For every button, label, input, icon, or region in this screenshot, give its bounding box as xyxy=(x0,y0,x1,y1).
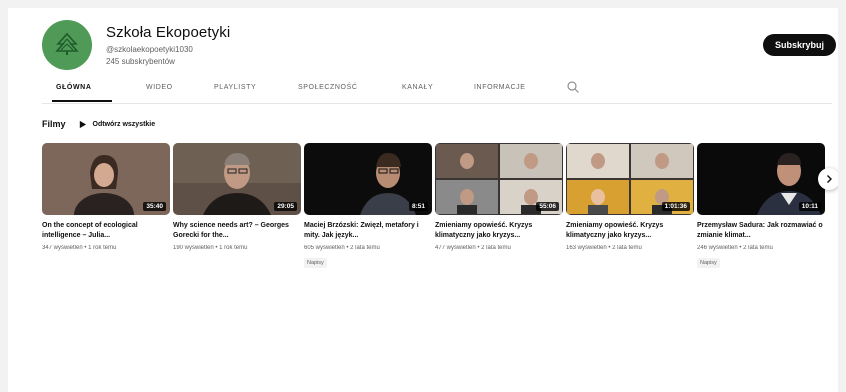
video-duration: 1:01:36 xyxy=(661,202,690,211)
video-card[interactable]: 55:06 Zmieniamy opowieść. Kryzys klimaty… xyxy=(435,143,563,251)
channel-page: Szkoła Ekopoetyki @szkolaekopoetyki1030 … xyxy=(8,8,838,392)
tab-channels[interactable]: KANAŁY xyxy=(402,84,433,91)
play-all-label: Odtwórz wszystkie xyxy=(92,120,156,128)
video-thumbnail[interactable]: 8:51 xyxy=(304,143,432,215)
pine-tree-icon xyxy=(55,32,79,55)
video-duration: 10:11 xyxy=(798,202,821,211)
chevron-right-icon xyxy=(827,175,832,183)
subscriber-count: 245 subskrybentów xyxy=(106,57,175,66)
video-card[interactable]: 29:05 Why science needs art? – Georges G… xyxy=(173,143,301,251)
video-meta: 605 wyświetleń • 2 lata temu xyxy=(304,245,380,251)
video-title[interactable]: Why science needs art? – Georges Gorecki… xyxy=(173,221,301,241)
channel-tabs: GŁÓWNA WIDEO PLAYLISTY SPOŁECZNOŚĆ KANAŁ… xyxy=(42,78,832,104)
play-icon xyxy=(79,120,86,128)
video-meta: 163 wyświetleń • 2 lata temu xyxy=(566,245,642,251)
section-title: Filmy xyxy=(42,119,66,129)
tab-community[interactable]: SPOŁECZNOŚĆ xyxy=(298,84,358,91)
video-meta: 347 wyświetleń • 1 rok temu xyxy=(42,245,117,251)
subscribe-button[interactable]: Subskrybuj xyxy=(762,34,836,56)
channel-avatar[interactable] xyxy=(42,20,92,70)
video-thumbnail[interactable]: 29:05 xyxy=(173,143,301,215)
video-card[interactable]: 10:11 Przemysław Sadura: Jak rozmawiać o… xyxy=(697,143,825,269)
video-card[interactable]: 35:40 On the concept of ecological intel… xyxy=(42,143,170,251)
video-card[interactable]: 1:01:36 Zmieniamy opowieść. Kryzys klima… xyxy=(566,143,694,251)
video-meta: 477 wyświetleń • 2 lata temu xyxy=(435,245,511,251)
video-title[interactable]: Zmieniamy opowieść. Kryzys klimatyczny j… xyxy=(566,221,694,241)
channel-name: Szkoła Ekopoetyki xyxy=(106,24,231,41)
video-meta: 190 wyświetleń • 1 rok temu xyxy=(173,245,248,251)
section-header: Filmy Odtwórz wszystkie xyxy=(42,117,155,131)
video-title[interactable]: Maciej Brzózski: Zwięzł, metafory i mity… xyxy=(304,221,432,241)
video-duration: 29:05 xyxy=(274,202,297,211)
video-thumbnail[interactable]: 55:06 xyxy=(435,143,563,215)
tab-videos[interactable]: WIDEO xyxy=(146,84,173,91)
shelf-next-button[interactable] xyxy=(818,168,838,190)
captions-badge: Napisy xyxy=(304,258,327,268)
video-title[interactable]: Przemysław Sadura: Jak rozmawiać o zmian… xyxy=(697,221,825,241)
tab-playlists[interactable]: PLAYLISTY xyxy=(214,84,256,91)
video-thumbnail[interactable]: 1:01:36 xyxy=(566,143,694,215)
play-all-button[interactable]: Odtwórz wszystkie xyxy=(78,120,156,129)
video-title[interactable]: On the concept of ecological intelligenc… xyxy=(42,221,170,241)
channel-meta: Szkoła Ekopoetyki @szkolaekopoetyki1030 … xyxy=(106,24,230,66)
video-card[interactable]: 8:51 Maciej Brzózski: Zwięzł, metafory i… xyxy=(304,143,432,269)
video-duration: 8:51 xyxy=(408,202,428,211)
video-shelf: 35:40 On the concept of ecological intel… xyxy=(42,143,832,283)
captions-badge: Napisy xyxy=(697,258,720,268)
active-tab-indicator xyxy=(52,100,112,102)
tab-home[interactable]: GŁÓWNA xyxy=(56,84,91,91)
channel-header: Szkoła Ekopoetyki @szkolaekopoetyki1030 … xyxy=(42,20,836,74)
video-meta: 246 wyświetleń • 2 lata temu xyxy=(697,245,773,251)
video-duration: 35:40 xyxy=(143,202,166,211)
channel-handle: @szkolaekopoetyki1030 xyxy=(106,45,193,54)
video-title[interactable]: Zmieniamy opowieść. Kryzys klimatyczny j… xyxy=(435,221,563,241)
video-duration: 55:06 xyxy=(536,202,559,211)
video-thumbnail[interactable]: 35:40 xyxy=(42,143,170,215)
tab-about[interactable]: INFORMACJE xyxy=(474,84,526,91)
video-thumbnail[interactable]: 10:11 xyxy=(697,143,825,215)
search-icon[interactable] xyxy=(566,80,580,94)
